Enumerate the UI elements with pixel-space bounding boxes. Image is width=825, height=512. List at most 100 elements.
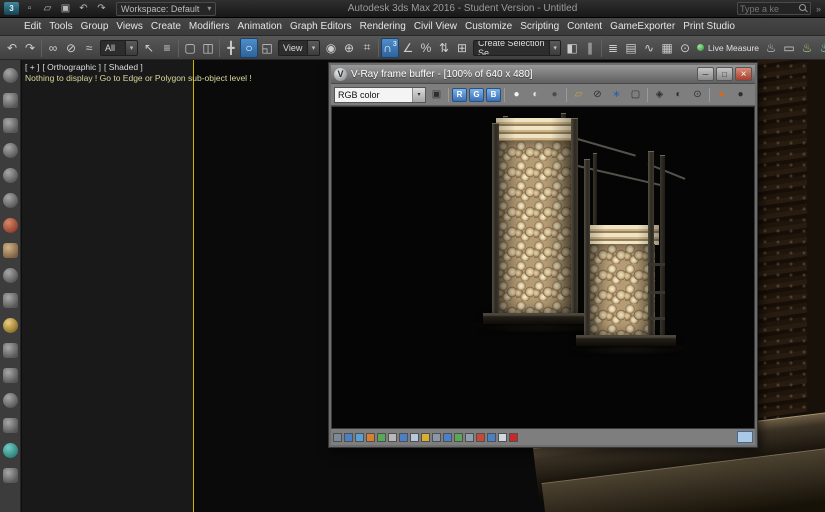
workspace-dropdown[interactable]: Workspace: Default ▾ — [116, 2, 216, 16]
color-correction-icon[interactable]: ◐ — [670, 87, 687, 103]
mirror-icon[interactable]: ◧ — [563, 38, 581, 58]
select-and-link-icon[interactable]: ∞ — [44, 38, 62, 58]
status-icon[interactable] — [454, 433, 463, 442]
layer-manager-icon[interactable]: ≣ — [604, 38, 622, 58]
use-center-icon[interactable]: ◉ — [322, 38, 340, 58]
render-production-icon[interactable]: ♨ — [816, 38, 825, 58]
status-icon[interactable] — [344, 433, 353, 442]
bind-to-spacewarp-icon[interactable]: ≈ — [80, 38, 98, 58]
render-setup-icon[interactable]: ♨ — [762, 38, 780, 58]
status-icon[interactable] — [498, 433, 507, 442]
status-icon[interactable] — [399, 433, 408, 442]
menu-content[interactable]: Content — [563, 18, 606, 35]
select-and-manipulate-icon[interactable]: ⊕ — [340, 38, 358, 58]
select-and-rotate-icon[interactable]: ○ — [240, 38, 258, 58]
menu-animation[interactable]: Animation — [233, 18, 285, 35]
snap-toggle-3d[interactable]: ∩ 3 — [381, 38, 399, 58]
selection-region-icon[interactable]: ▢ — [181, 38, 199, 58]
status-icon[interactable] — [410, 433, 419, 442]
left-tool-icon-9[interactable] — [3, 268, 18, 283]
status-icon[interactable] — [333, 433, 342, 442]
minimize-button[interactable]: ─ — [697, 67, 714, 81]
green-channel-button[interactable]: G — [469, 88, 484, 102]
schematic-view-icon[interactable]: ▦ — [658, 38, 676, 58]
menu-graph-editors[interactable]: Graph Editors — [286, 18, 356, 35]
status-icon[interactable] — [476, 433, 485, 442]
left-tool-icon-4[interactable] — [3, 143, 18, 158]
status-icon[interactable] — [509, 433, 518, 442]
reference-coordinate-dropdown[interactable]: View ▾ — [278, 40, 320, 56]
blue-channel-button[interactable]: B — [486, 88, 501, 102]
window-crossing-icon[interactable]: ◫ — [199, 38, 217, 58]
left-tool-icon-2[interactable] — [3, 93, 18, 108]
save-file-icon[interactable]: ▣ — [58, 2, 73, 16]
percent-snap-icon[interactable]: % — [417, 38, 435, 58]
search-input[interactable] — [740, 4, 799, 14]
menu-rendering[interactable]: Rendering — [356, 18, 410, 35]
left-tool-icon-1[interactable] — [3, 68, 18, 83]
left-tool-icon-11[interactable] — [3, 318, 18, 333]
left-tool-icon-10[interactable] — [3, 293, 18, 308]
orthographic-viewport[interactable]: [ + ] [ Orthographic ] [ Shaded ] Nothin… — [22, 60, 193, 512]
spinner-snap-icon[interactable]: ⇅ — [435, 38, 453, 58]
vray-lens-effects-icon[interactable]: ● — [713, 87, 730, 103]
menu-print-studio[interactable]: Print Studio — [679, 18, 739, 35]
menu-gameexporter[interactable]: GameExporter — [606, 18, 679, 35]
status-icon[interactable] — [355, 433, 364, 442]
curve-editor-icon[interactable]: ∿ — [640, 38, 658, 58]
align-icon[interactable]: ∥ — [581, 38, 599, 58]
menu-civil-view[interactable]: Civil View — [410, 18, 461, 35]
resize-grip[interactable] — [737, 431, 753, 443]
left-tool-icon-14[interactable] — [3, 393, 18, 408]
status-icon[interactable] — [388, 433, 397, 442]
left-tool-icon-15[interactable] — [3, 418, 18, 433]
status-icon[interactable] — [377, 433, 386, 442]
rendered-frame-window-icon[interactable]: ▭ — [780, 38, 798, 58]
unlink-selection-icon[interactable]: ⊘ — [62, 38, 80, 58]
redo-scene-icon[interactable]: ↷ — [21, 38, 39, 58]
viewport-pov-label[interactable]: [ Orthographic ] — [42, 62, 101, 72]
left-tool-icon-12[interactable] — [3, 343, 18, 358]
select-object-icon[interactable]: ↖ — [140, 38, 158, 58]
app-menu-icon[interactable]: 3 — [4, 2, 19, 15]
titlebar-overflow-chevron[interactable]: » — [816, 4, 821, 14]
left-tool-icon-8[interactable] — [3, 243, 18, 258]
menu-scripting[interactable]: Scripting — [516, 18, 563, 35]
left-tool-icon-5[interactable] — [3, 168, 18, 183]
left-tool-icon-6[interactable] — [3, 193, 18, 208]
track-mouse-icon[interactable]: ∗ — [608, 87, 625, 103]
graphite-ribbon-icon[interactable]: ▤ — [622, 38, 640, 58]
select-and-move-icon[interactable]: ╋ — [222, 38, 240, 58]
undo-scene-icon[interactable]: ↶ — [3, 38, 21, 58]
open-image-icon[interactable]: ▱ — [570, 87, 587, 103]
maximize-button[interactable]: □ — [716, 67, 733, 81]
select-by-name-icon[interactable]: ≡ — [158, 38, 176, 58]
open-file-icon[interactable]: ▱ — [40, 2, 55, 16]
render-canvas[interactable] — [331, 106, 755, 429]
menu-modifiers[interactable]: Modifiers — [185, 18, 234, 35]
status-icon[interactable] — [443, 433, 452, 442]
live-measure-button[interactable]: Live Measure — [697, 43, 759, 53]
status-icon[interactable] — [465, 433, 474, 442]
status-icon[interactable] — [487, 433, 496, 442]
pixel-info-icon[interactable]: ◈ — [651, 87, 668, 103]
named-selection-set-dropdown[interactable]: Create Selection Se ▾ — [473, 40, 561, 56]
redo-icon[interactable]: ↷ — [94, 2, 109, 16]
menu-views[interactable]: Views — [112, 18, 147, 35]
channel-dropdown[interactable]: RGB color ▾ — [334, 87, 426, 103]
status-icon[interactable] — [366, 433, 375, 442]
menu-group[interactable]: Group — [77, 18, 113, 35]
menu-create[interactable]: Create — [147, 18, 185, 35]
region-render-icon[interactable]: ▢ — [627, 87, 644, 103]
clear-image-icon[interactable]: ⊘ — [589, 87, 606, 103]
vray-titlebar[interactable]: V V-Ray frame buffer - [100% of 640 x 48… — [331, 65, 755, 84]
search-box[interactable] — [737, 2, 811, 15]
angle-snap-icon[interactable]: ∠ — [399, 38, 417, 58]
save-image-icon[interactable]: ▣ — [428, 87, 445, 103]
left-tool-icon-7[interactable] — [3, 218, 18, 233]
red-channel-button[interactable]: R — [452, 88, 467, 102]
viewport-shading-label[interactable]: [ Shaded ] — [104, 62, 143, 72]
render-iterative-icon[interactable]: ♨ — [798, 38, 816, 58]
exposure-icon[interactable]: ⊙ — [689, 87, 706, 103]
menu-edit[interactable]: Edit — [20, 18, 45, 35]
